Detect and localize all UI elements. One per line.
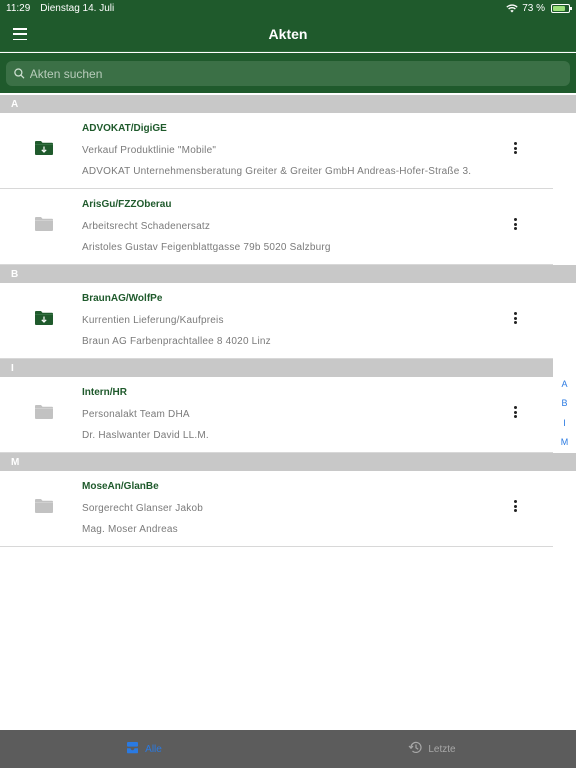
akte-code: ArisGu/FZZOberau (82, 199, 172, 210)
status-right: 73 % (506, 2, 572, 14)
akte-code: BraunAG/WolfPe (82, 293, 163, 304)
akte-address: ADVOKAT Unternehmensberatung Greiter & G… (82, 166, 472, 177)
akte-list-item[interactable]: ADVOKAT/DigiGE Verkauf Produktlinie "Mobi… (0, 113, 553, 189)
tab-alle[interactable]: Alle (0, 730, 288, 768)
battery-icon (551, 3, 572, 13)
tab-label: Alle (145, 743, 162, 755)
akte-code: Intern/HR (82, 387, 127, 398)
folder-icon (35, 404, 53, 419)
akten-list: A ADVOKAT/DigiGE Verkauf Produktlinie "Mob… (0, 95, 576, 547)
akte-address: Dr. Haslwanter David LL.M. (82, 430, 209, 441)
nav-bar: Akten (0, 16, 576, 52)
more-options-icon[interactable] (510, 499, 520, 513)
akte-address: Aristoles Gustav Feigenblattgasse 79b 50… (82, 242, 331, 253)
search-icon (14, 68, 25, 79)
akte-description: Sorgerecht Glanser Jakob (82, 503, 203, 514)
section-header: I (0, 359, 576, 377)
index-letter-a[interactable]: A (561, 379, 567, 389)
index-letter-i[interactable]: I (563, 418, 566, 428)
more-options-icon[interactable] (510, 405, 520, 419)
folder-icon (35, 498, 53, 513)
tray-stack-icon (126, 741, 139, 757)
akte-code: MoseAn/GlanBe (82, 481, 159, 492)
more-options-icon[interactable] (510, 311, 520, 325)
page-title: Akten (268, 25, 308, 42)
akte-address: Mag. Moser Andreas (82, 524, 178, 535)
search-area (0, 53, 576, 93)
akte-list-item[interactable]: BraunAG/WolfPe Kurrentien Lieferung/Kaufp… (0, 283, 553, 359)
folder-icon (35, 216, 53, 231)
status-time: 11:29 (6, 2, 31, 14)
section-header: A (0, 95, 576, 113)
wifi-icon (506, 3, 518, 12)
menu-icon[interactable] (13, 28, 27, 40)
folder-download-icon (35, 140, 53, 155)
section-index: ABIM (553, 356, 576, 452)
akte-description: Arbeitsrecht Schadenersatz (82, 221, 211, 232)
more-options-icon[interactable] (510, 141, 520, 155)
akte-list-item[interactable]: Intern/HR Personalakt Team DHA Dr. Haslwan… (0, 377, 553, 453)
index-letter-m[interactable]: M (561, 437, 569, 447)
akte-description: Personalakt Team DHA (82, 409, 190, 420)
search-input[interactable] (29, 66, 570, 81)
tab-letzte[interactable]: Letzte (288, 730, 576, 768)
akte-code: ADVOKAT/DigiGE (82, 123, 167, 134)
status-bar: 11:29 Dienstag 14. Juli 73 % (0, 0, 576, 16)
akte-description: Kurrentien Lieferung/Kaufpreis (82, 315, 224, 326)
tab-bar: Alle Letzte (0, 730, 576, 768)
section-header: M (0, 453, 576, 471)
status-date: Dienstag 14. Juli (40, 2, 115, 14)
akte-description: Verkauf Produktlinie "Mobile" (82, 145, 217, 156)
search-bar[interactable] (6, 61, 570, 86)
more-options-icon[interactable] (510, 217, 520, 231)
history-clock-icon (408, 741, 422, 757)
akte-list-item[interactable]: ArisGu/FZZOberau Arbeitsrecht Schadenersa… (0, 189, 553, 265)
battery-percent: 73 % (522, 2, 545, 14)
akte-list-item[interactable]: MoseAn/GlanBe Sorgerecht Glanser Jakob Mag… (0, 471, 553, 547)
section-header: B (0, 265, 576, 283)
tab-label: Letzte (428, 743, 456, 755)
folder-download-icon (35, 310, 53, 325)
index-letter-b[interactable]: B (561, 398, 567, 408)
akte-address: Braun AG Farbenprachtallee 8 4020 Linz (82, 336, 271, 347)
